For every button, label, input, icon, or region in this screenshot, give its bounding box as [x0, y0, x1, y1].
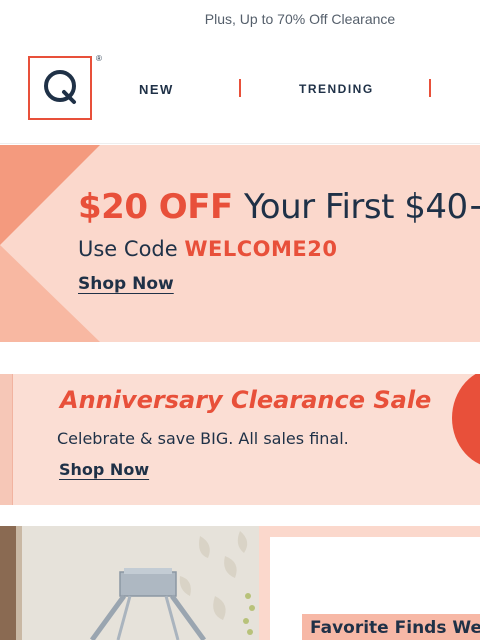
promo-code-line: Use Code WELCOME20: [78, 237, 337, 261]
code-prefix: Use Code: [78, 237, 178, 261]
nav-divider: [239, 79, 241, 97]
brand-logo[interactable]: ®: [28, 54, 102, 120]
favorites-section[interactable]: Favorite Finds Wee: [0, 526, 480, 640]
nav-divider: [429, 79, 431, 97]
anniversary-title: Anniversary Clearance Sale: [60, 386, 432, 414]
promo-code: WELCOME20: [184, 237, 338, 261]
anniversary-shop-now-link[interactable]: Shop Now: [59, 460, 149, 479]
lantern-photo[interactable]: [0, 526, 259, 640]
nav-new[interactable]: NEW: [139, 82, 174, 97]
promo-bar: Plus, Up to 70% Off Clearance: [0, 0, 480, 38]
banner-edge-strip: [0, 374, 13, 505]
lantern-image: [0, 526, 259, 640]
hero-shop-now-link[interactable]: Shop Now: [78, 274, 174, 294]
registered-mark: ®: [96, 54, 102, 63]
welcome-offer-banner[interactable]: $20 OFF Your First $40+ Use Code WELCOME…: [0, 145, 480, 342]
anniversary-subtitle: Celebrate & save BIG. All sales final.: [57, 429, 349, 448]
q-logo-icon: [44, 70, 76, 104]
nav-trending[interactable]: TRENDING: [299, 82, 374, 96]
offer-amount: $20 OFF: [78, 187, 233, 227]
promo-text[interactable]: Plus, Up to 70% Off Clearance: [0, 11, 480, 27]
favorite-finds-label: Favorite Finds Wee: [302, 614, 480, 640]
decorative-circle: [452, 374, 480, 468]
anniversary-sale-banner[interactable]: Anniversary Clearance Sale Celebrate & s…: [0, 374, 480, 505]
favorite-finds-panel: Favorite Finds Wee: [259, 526, 480, 640]
offer-headline: $20 OFF Your First $40+: [78, 187, 480, 227]
offer-condition: Your First $40+: [244, 187, 480, 227]
site-header: ® NEW TRENDING: [0, 38, 480, 144]
